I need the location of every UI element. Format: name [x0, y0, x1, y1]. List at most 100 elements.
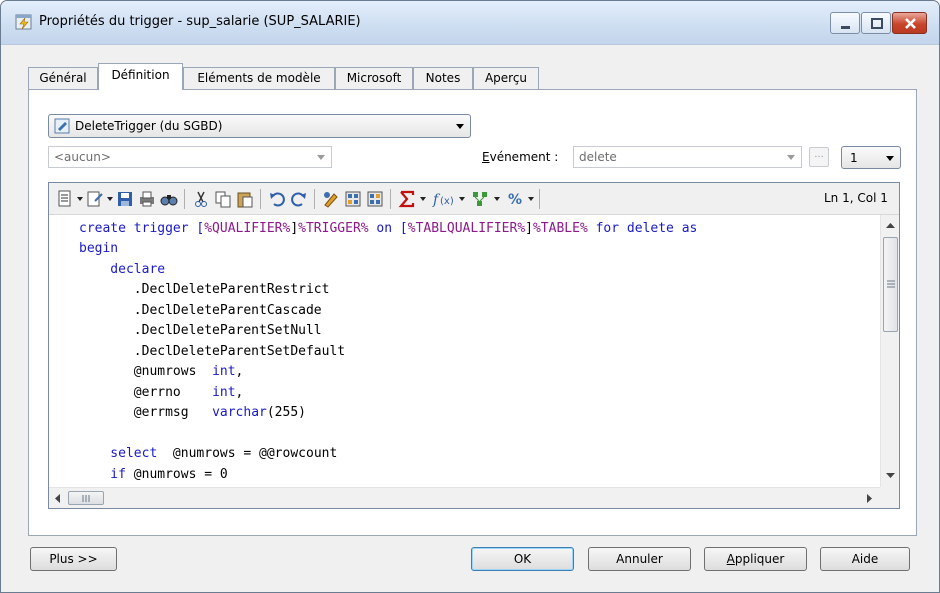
template-select[interactable]: DeleteTrigger (du SGBD) [48, 114, 471, 138]
scroll-left-icon[interactable] [55, 494, 61, 503]
edit-menu-icon[interactable] [56, 190, 74, 208]
cut-icon[interactable] [192, 190, 210, 208]
chevron-down-icon[interactable] [528, 197, 534, 201]
code-token: for delete as [587, 221, 698, 236]
code-token: @numrows = 0 [125, 467, 228, 482]
scroll-right-icon[interactable] [867, 494, 873, 503]
scroll-down-icon[interactable] [886, 473, 895, 479]
code-token: %TABLQUALIFIER% [407, 221, 526, 236]
tab-apercu[interactable]: Aperçu [473, 67, 539, 89]
event-select[interactable]: delete [573, 146, 802, 168]
tab-general[interactable]: Général [28, 67, 98, 89]
code-token: %TABLE% [532, 221, 588, 236]
code-token: , [235, 364, 244, 379]
code-token: create trigger [ [79, 221, 205, 236]
scroll-up-icon[interactable] [886, 223, 895, 229]
minimize-icon [841, 26, 850, 29]
help-button[interactable]: Aide [820, 547, 910, 571]
chevron-down-icon[interactable] [494, 197, 500, 201]
code-token: @errmsg [79, 405, 213, 420]
paste-icon[interactable] [236, 190, 254, 208]
vertical-scroll-thumb[interactable] [883, 237, 898, 332]
title-bar[interactable]: Propriétés du trigger - sup_salarie (SUP… [1, 1, 939, 45]
tab-label: Général [39, 71, 87, 85]
grip-icon [887, 280, 895, 288]
toolbar-separator [184, 189, 185, 209]
import-icon[interactable] [344, 190, 362, 208]
code-area[interactable]: create trigger [%QUALIFIER%]%TRIGGER% on… [49, 215, 879, 487]
trigger-properties-icon [15, 14, 32, 30]
order-select-value: 1 [850, 151, 858, 165]
code-token: @numrows [79, 364, 213, 379]
apply-button[interactable]: Appliquer [704, 547, 807, 571]
horizontal-scrollbar[interactable] [49, 487, 880, 508]
order-select[interactable]: 1 [841, 146, 901, 169]
window-title: Propriétés du trigger - sup_salarie (SUP… [39, 14, 361, 29]
save-icon[interactable] [116, 190, 134, 208]
chevron-down-icon [787, 155, 795, 160]
code-token: declare [79, 262, 166, 277]
maximize-button[interactable] [861, 12, 891, 34]
chevron-down-icon [886, 156, 894, 161]
code-token: @numrows = @@rowcount [157, 446, 338, 461]
chevron-down-icon[interactable] [420, 197, 426, 201]
vertical-scrollbar[interactable] [880, 215, 899, 487]
tab-definition[interactable]: Définition [98, 63, 183, 90]
code-token: %TRIGGER% [298, 221, 369, 236]
qualifier-select[interactable]: <aucun> [48, 146, 332, 168]
code-token: on [ [368, 221, 408, 236]
code-token: , [235, 385, 244, 400]
cancel-button[interactable]: Annuler [588, 547, 691, 571]
chevron-down-icon[interactable] [107, 197, 113, 201]
chevron-down-icon[interactable] [77, 197, 83, 201]
code-token: select [79, 446, 158, 461]
tab-label: Eléments de modèle [197, 71, 321, 85]
tab-label: Notes [425, 71, 461, 85]
code-editor[interactable]: f (x) % Ln 1, Col 1 create trigger [%QUAL… [48, 182, 900, 509]
code-line: if @numrows = 0 [79, 465, 228, 486]
tab-microsoft[interactable]: Microsoft [335, 67, 413, 89]
close-button[interactable] [892, 12, 927, 34]
copy-icon[interactable] [214, 190, 232, 208]
open-editor-icon[interactable] [322, 190, 340, 208]
horizontal-scroll-thumb[interactable] [68, 491, 104, 505]
percent-icon[interactable]: % [506, 190, 524, 208]
function-icon[interactable]: f (x) [432, 190, 458, 208]
code-line: @errno int, [79, 383, 244, 404]
chevron-down-icon[interactable] [459, 197, 465, 201]
code-line: create trigger [%QUALIFIER%]%TRIGGER% on… [79, 219, 697, 240]
code-line: declare [79, 260, 165, 281]
undo-icon[interactable] [268, 190, 286, 208]
tab-label: Aperçu [484, 71, 528, 85]
code-token: ] [525, 221, 533, 236]
print-icon[interactable] [138, 190, 156, 208]
export-icon[interactable] [366, 190, 384, 208]
event-browse-button[interactable]: ... [809, 147, 829, 167]
event-label: Evénement : [482, 150, 559, 164]
code-token: begin [79, 241, 119, 256]
trigger-template-icon [54, 118, 70, 134]
code-token: int [212, 385, 236, 400]
close-icon [905, 18, 916, 29]
minimize-button[interactable] [830, 12, 860, 34]
template-select-value: DeleteTrigger (du SGBD) [75, 119, 223, 133]
tab-model-elements[interactable]: Eléments de modèle [183, 67, 335, 89]
chevron-down-icon [456, 124, 464, 129]
maximize-icon [871, 18, 883, 29]
variables-icon[interactable] [471, 190, 489, 208]
more-button[interactable]: Plus >> [30, 547, 117, 571]
ok-button[interactable]: OK [471, 547, 574, 571]
toolbar-separator [539, 189, 540, 209]
redo-icon[interactable] [290, 190, 308, 208]
qualifier-select-value: <aucun> [54, 150, 111, 164]
find-icon[interactable] [160, 190, 178, 208]
toolbar-separator [314, 189, 315, 209]
code-token: if [79, 467, 126, 482]
tab-notes[interactable]: Notes [413, 67, 473, 89]
tab-label: Définition [111, 68, 170, 82]
grip-icon [82, 495, 90, 502]
sigma-icon[interactable] [398, 190, 416, 208]
code-token: ] [290, 221, 299, 236]
dialog-window: Propriétés du trigger - sup_salarie (SUP… [0, 0, 940, 593]
insert-menu-icon[interactable] [86, 190, 104, 208]
